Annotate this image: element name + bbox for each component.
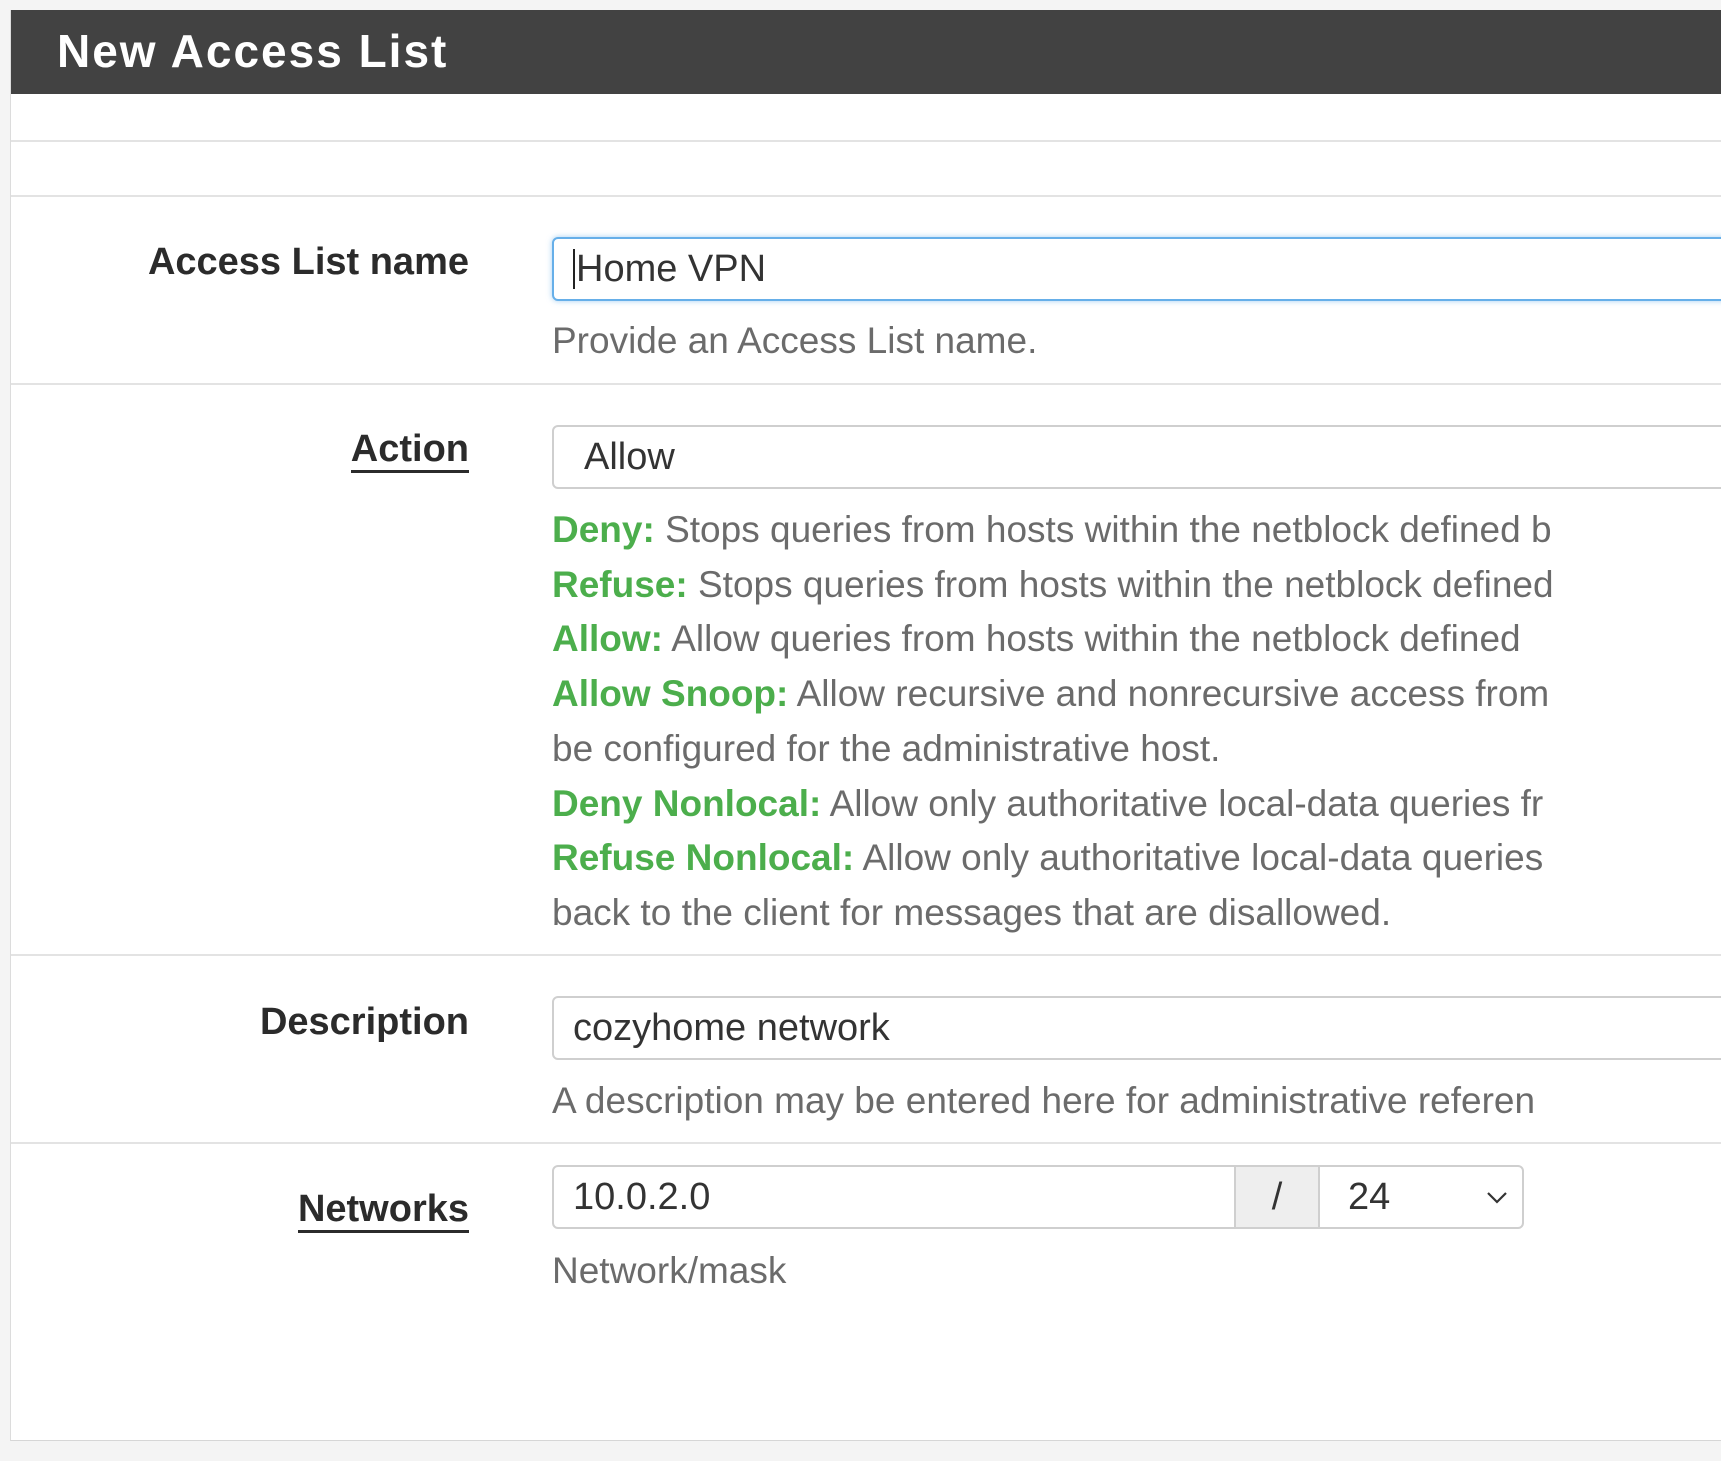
- panel-header: New Access List: [11, 10, 1721, 94]
- help-text: back to the client for messages that are…: [552, 891, 1392, 933]
- action-select[interactable]: Allow: [552, 425, 1721, 489]
- action-help-line-continuation: back to the client for messages that are…: [552, 886, 1721, 941]
- help-text: Allow only authoritative local-data quer…: [821, 782, 1544, 824]
- action-help-line-deny: Deny: Stops queries from hosts within th…: [552, 503, 1721, 558]
- network-mask-separator: /: [1234, 1167, 1320, 1227]
- help-keyword: Refuse Nonlocal:: [552, 837, 855, 879]
- divider: [11, 954, 1721, 956]
- help-keyword: Deny:: [552, 509, 655, 550]
- network-address-input[interactable]: 10.0.2.0: [554, 1167, 1234, 1227]
- help-text: Stops queries from hosts within the netb…: [687, 563, 1554, 605]
- description-input[interactable]: cozyhome network: [552, 996, 1721, 1060]
- network-mask-value: 24: [1348, 1176, 1391, 1218]
- help-text: Allow recursive and nonrecursive access …: [788, 673, 1550, 715]
- network-input-group: 10.0.2.0 / 24: [552, 1165, 1524, 1229]
- action-help-line-allow-snoop: Allow Snoop: Allow recursive and nonrecu…: [552, 667, 1721, 722]
- action-help-line-refuse: Refuse: Stops queries from hosts within …: [552, 558, 1721, 613]
- description-help: A description may be entered here for ad…: [552, 1080, 1536, 1121]
- action-label-link[interactable]: Action: [350, 429, 469, 473]
- description-label: Description: [259, 1001, 469, 1043]
- divider: [11, 1142, 1721, 1144]
- action-help-line-deny-nonlocal: Deny Nonlocal: Allow only authoritative …: [552, 777, 1721, 832]
- action-help: Deny: Stops queries from hosts within th…: [552, 503, 1721, 941]
- action-help-line-allow: Allow: Allow queries from hosts within t…: [552, 612, 1721, 667]
- access-list-panel: New Access List Access List name Home VP…: [10, 10, 1721, 1441]
- access-list-name-help: Provide an Access List name.: [552, 320, 1038, 361]
- panel-title: New Access List: [57, 25, 449, 77]
- access-list-name-input[interactable]: Home VPN: [552, 237, 1721, 301]
- divider: [11, 195, 1721, 197]
- divider: [11, 383, 1721, 385]
- help-keyword: Deny Nonlocal:: [552, 782, 822, 824]
- action-selected-value: Allow: [584, 436, 675, 478]
- access-list-name-value: Home VPN: [576, 248, 767, 290]
- description-value: cozyhome network: [573, 1007, 890, 1049]
- help-text: Stops queries from hosts within the netb…: [654, 509, 1552, 550]
- help-text: be configured for the administrative hos…: [552, 727, 1221, 769]
- help-keyword: Allow Snoop:: [552, 673, 789, 715]
- action-help-line-refuse-nonlocal: Refuse Nonlocal: Allow only authoritativ…: [552, 831, 1721, 886]
- access-list-name-label: Access List name: [147, 241, 469, 283]
- text-caret: [573, 248, 575, 289]
- page: New Access List Access List name Home VP…: [0, 0, 1721, 1461]
- action-help-line-continuation: be configured for the administrative hos…: [552, 722, 1721, 777]
- help-text: Allow queries from hosts within the netb…: [662, 618, 1521, 660]
- divider: [11, 140, 1721, 142]
- networks-label-link[interactable]: Networks: [297, 1189, 469, 1233]
- help-text: Allow only authoritative local-data quer…: [854, 837, 1544, 879]
- networks-help: Network/mask: [552, 1250, 787, 1291]
- network-mask-select[interactable]: 24: [1320, 1167, 1522, 1227]
- help-keyword: Allow:: [552, 618, 663, 660]
- help-keyword: Refuse:: [552, 563, 688, 605]
- chevron-down-icon: [1487, 1192, 1507, 1204]
